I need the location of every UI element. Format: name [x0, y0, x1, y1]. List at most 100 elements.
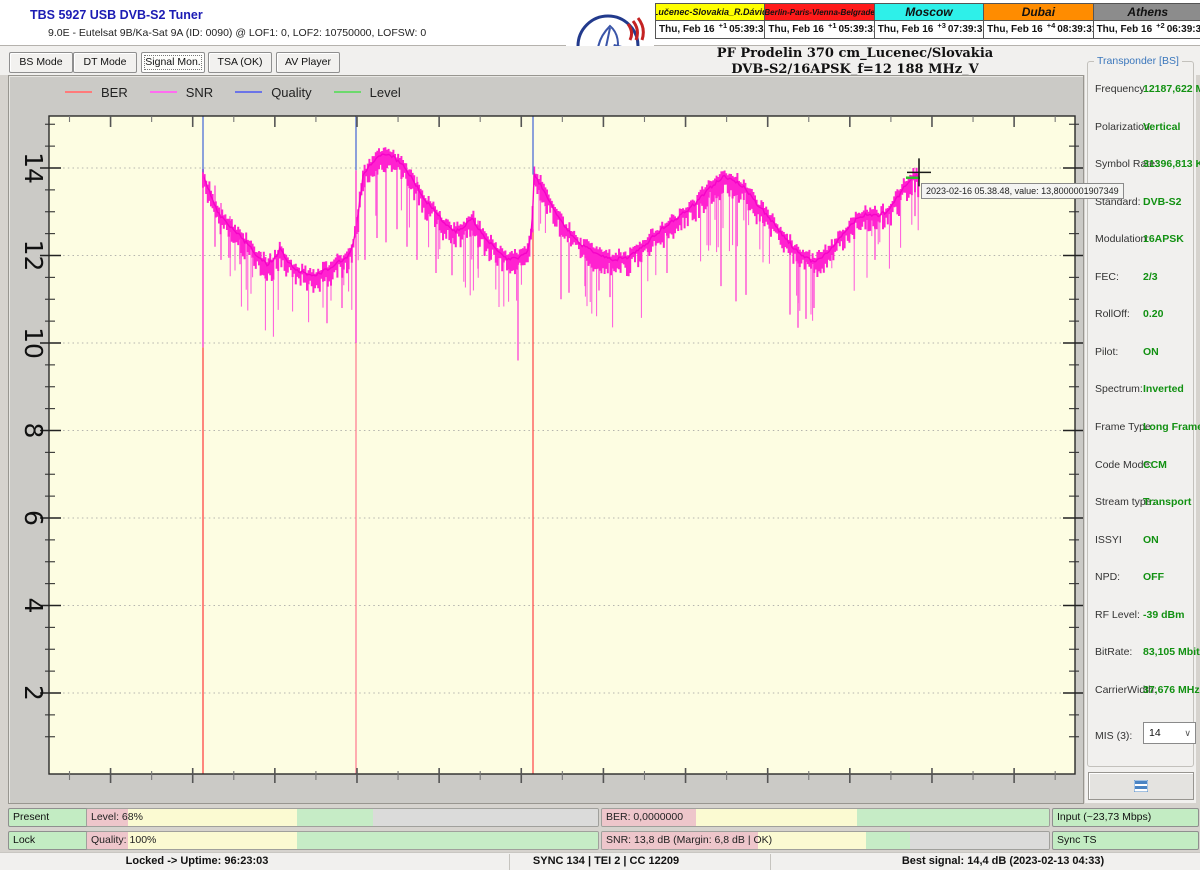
- transponder-value-12: ON: [1143, 534, 1159, 546]
- clock-time-value: 05:39:31: [729, 24, 769, 35]
- indicator-input-mbps-: Input (~23,73 Mbps): [1052, 808, 1199, 827]
- clock-time: Thu, Feb 16+105:39:31: [656, 21, 764, 38]
- clock-time-value: 08:39:31: [1057, 24, 1097, 35]
- svg-text:8: 8: [19, 423, 48, 439]
- clock-time: Thu, Feb 16+408:39:31: [984, 21, 1092, 38]
- clock-utc-offset: +1: [828, 21, 837, 30]
- clock-time: Thu, Feb 16+105:39:31: [765, 21, 873, 38]
- bar-segment: [297, 832, 598, 849]
- clock-lu-enec-slovakia-r-d-vid: Lučenec-Slovakia_R.DávidThu, Feb 16+105:…: [655, 3, 765, 39]
- chart-title-line1: PF Prodelin 370 cm_Lucenec/Slovakia: [620, 46, 1090, 62]
- transponder-label-8: Spectrum:: [1095, 383, 1143, 395]
- svg-text:14: 14: [19, 152, 48, 184]
- clock-athens: AthensThu, Feb 16+206:39:31: [1093, 3, 1200, 39]
- status-divider: [509, 854, 510, 870]
- transponder-value-11: Transport: [1143, 496, 1191, 508]
- status-bar: Locked -> Uptime: 96:23:03 SYNC 134 | TE…: [0, 852, 1200, 870]
- svg-text:2: 2: [19, 685, 48, 701]
- transponder-value-2: 31396,813 KS/s: [1143, 158, 1200, 170]
- bar-label: SNR: 13,8 dB (Margin: 6,8 dB | OK): [606, 832, 772, 849]
- clock-city-label: Athens: [1094, 4, 1200, 21]
- transponder-value-4: 16APSK: [1143, 233, 1184, 245]
- chevron-down-icon: ∨: [1184, 723, 1191, 743]
- clock-moscow: MoscowThu, Feb 16+307:39:31: [874, 3, 984, 39]
- satellite-subtitle: 9.0E - Eutelsat 9B/Ka-Sat 9A (ID: 0090) …: [48, 27, 426, 39]
- clock-time-value: 07:39:31: [948, 24, 988, 35]
- clock-time-value: 06:39:31: [1167, 24, 1200, 35]
- clock-dubai: DubaiThu, Feb 16+408:39:31: [983, 3, 1093, 39]
- mis-dropdown[interactable]: 14∨: [1143, 722, 1196, 744]
- tab-tsa-ok-[interactable]: TSA (OK): [208, 52, 272, 73]
- bar-label: BER: 0,0000000: [606, 809, 683, 826]
- svg-text:10: 10: [19, 327, 48, 359]
- clock-time: Thu, Feb 16+307:39:31: [875, 21, 983, 38]
- status-sync-counters: SYNC 134 | TEI 2 | CC 12209: [533, 855, 679, 867]
- transponder-value-9: Long Frame: [1143, 421, 1200, 433]
- transponder-value-15: 83,105 Mbit/s: [1143, 646, 1200, 658]
- transponder-value-3: DVB-S2: [1143, 196, 1182, 208]
- tab-av-player[interactable]: AV Player: [276, 52, 340, 73]
- status-divider: [770, 854, 771, 870]
- transponder-value-6: 0.20: [1143, 308, 1163, 320]
- clock-date: Thu, Feb 16: [768, 24, 824, 35]
- transponder-group: Transponder [BS] Frequency:12187,622 MHz…: [1087, 61, 1194, 767]
- tab-signal-mon-[interactable]: Signal Mon.: [141, 52, 205, 73]
- progress-bar: Quality: 100%: [86, 831, 599, 850]
- transponder-value-8: Inverted: [1143, 383, 1184, 395]
- transponder-label-7: Pilot:: [1095, 346, 1118, 358]
- bar-segment: [758, 832, 865, 849]
- world-clocks: Lučenec-Slovakia_R.DávidThu, Feb 16+105:…: [656, 3, 1198, 39]
- indicator-lock: Lock: [8, 831, 90, 850]
- transponder-label-5: FEC:: [1095, 271, 1119, 283]
- clock-date: Thu, Feb 16: [987, 24, 1043, 35]
- clock-utc-offset: +3: [937, 21, 946, 30]
- status-uptime: Locked -> Uptime: 96:23:03: [126, 855, 269, 867]
- bar-segment: [910, 832, 1049, 849]
- chart-tooltip: 2023-02-16 05.38.48, value: 13,800000190…: [921, 183, 1124, 199]
- transponder-value-14: -39 dBm: [1143, 609, 1184, 621]
- svg-text:4: 4: [19, 598, 48, 614]
- clock-time: Thu, Feb 16+206:39:31: [1094, 21, 1200, 38]
- tab-bs-mode[interactable]: BS Mode: [9, 52, 73, 73]
- tab-dt-mode[interactable]: DT Mode: [73, 52, 137, 73]
- bar-segment: [696, 809, 857, 826]
- bar-label: Level: 68%: [91, 809, 143, 826]
- bar-segment: [866, 832, 911, 849]
- clock-city-label: Dubai: [984, 4, 1092, 21]
- transponder-label-6: RollOff:: [1095, 308, 1130, 320]
- clock-berlin-paris-vienna-belgrade: Berlin-Paris-Vienna-Belgrade Thu, Feb 16 +…: [764, 3, 874, 39]
- app-window: TBS 5927 USB DVB-S2 Tuner 9.0E - Eutelsa…: [0, 0, 1200, 870]
- bar-segment: [857, 809, 1049, 826]
- status-best-signal: Best signal: 14,4 dB (2023-02-13 04:33): [902, 855, 1104, 867]
- clock-time-value: 05:39:31: [839, 24, 879, 35]
- clock-date: Thu, Feb 16: [1097, 24, 1153, 35]
- clock-utc-offset: +2: [1156, 21, 1165, 30]
- stream-capture-button[interactable]: [1088, 772, 1194, 800]
- clock-utc-offset: +4: [1047, 21, 1056, 30]
- clock-utc-offset: +1: [719, 21, 728, 30]
- transponder-label-4: Modulation:: [1095, 233, 1149, 245]
- transponder-label-12: ISSYI: [1095, 534, 1122, 546]
- transponder-value-5: 2/3: [1143, 271, 1158, 283]
- clock-date: Thu, Feb 16: [659, 24, 715, 35]
- clock-date: Thu, Feb 16: [878, 24, 934, 35]
- transponder-label-15: BitRate:: [1095, 646, 1132, 658]
- clock-city-label: Moscow: [875, 4, 983, 21]
- bar-segment: [297, 809, 374, 826]
- transponder-value-16: 37,676 MHz: [1143, 684, 1200, 696]
- bar-segment: [128, 809, 297, 826]
- svg-text:6: 6: [19, 510, 48, 526]
- signal-chart-panel: BERSNRQualityLevel 2468101214 2023-02-16…: [8, 75, 1084, 804]
- indicator-sync-ts: Sync TS: [1052, 831, 1199, 850]
- window-title: TBS 5927 USB DVB-S2 Tuner: [30, 8, 203, 22]
- transponder-sidebar: Transponder [BS] Frequency:12187,622 MHz…: [1085, 55, 1196, 803]
- svg-text:12: 12: [19, 240, 48, 272]
- transponder-value-10: CCM: [1143, 459, 1167, 471]
- transponder-label-0: Frequency:: [1095, 83, 1148, 95]
- transponder-value-7: ON: [1143, 346, 1159, 358]
- progress-bar: SNR: 13,8 dB (Margin: 6,8 dB | OK): [601, 831, 1050, 850]
- transponder-value-13: OFF: [1143, 571, 1164, 583]
- list-icon: [1134, 780, 1148, 792]
- clock-city-label: Berlin-Paris-Vienna-Belgrade: [765, 4, 873, 21]
- clock-city-label: Lučenec-Slovakia_R.Dávid: [656, 4, 764, 21]
